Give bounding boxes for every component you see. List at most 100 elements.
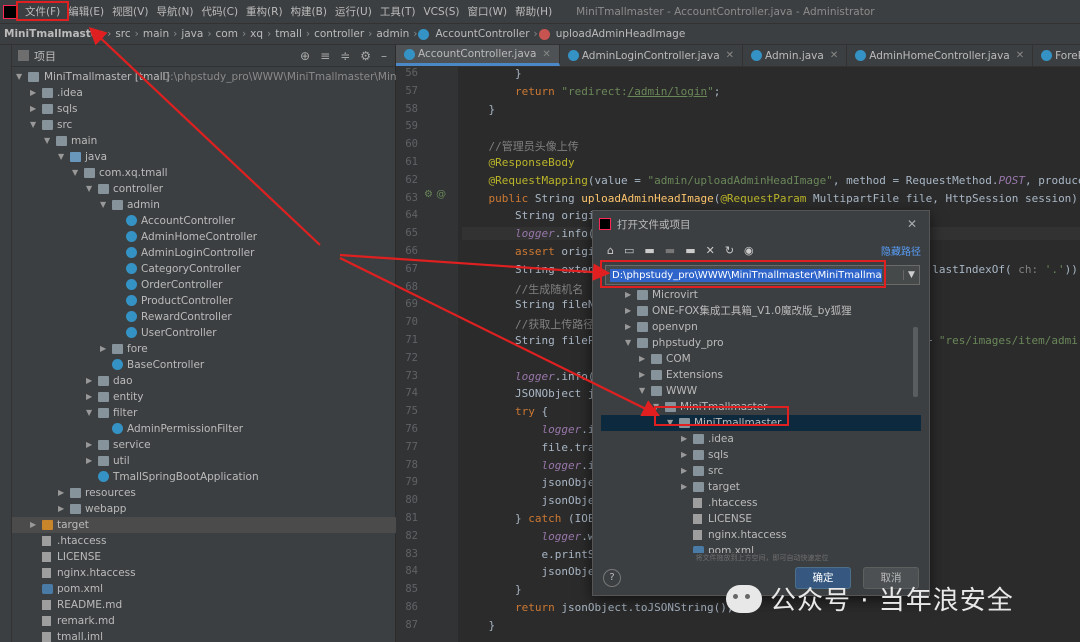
project-tree-row[interactable]: CategoryController	[12, 261, 396, 277]
project-tree-row[interactable]: ▶ util	[12, 453, 396, 469]
project-tree-row[interactable]: AdminHomeController	[12, 229, 396, 245]
chevron-right-icon[interactable]: ▶	[86, 453, 94, 469]
menu-navigate[interactable]: 导航(N)	[152, 4, 197, 19]
editor-tab[interactable]: ForeRegisterControlle✕	[1033, 45, 1080, 66]
chevron-right-icon[interactable]: ▶	[625, 319, 631, 335]
show-hidden-icon[interactable]: ◉	[744, 244, 754, 257]
code-line[interactable]: }	[462, 583, 522, 596]
project-tree-row[interactable]: ▶ target	[12, 517, 396, 533]
breadcrumb-java[interactable]: java	[178, 28, 206, 40]
code-line[interactable]: public String uploadAdminHeadImage(@Requ…	[462, 192, 1080, 205]
dialog-tree-row[interactable]: ▶ COM	[601, 351, 921, 367]
project-tree-row[interactable]: ▼ filter	[12, 405, 396, 421]
project-tree-row[interactable]: ▼ java	[12, 149, 396, 165]
dialog-tree-row[interactable]: ▶ Extensions	[601, 367, 921, 383]
close-tab-icon[interactable]: ✕	[1016, 50, 1024, 61]
chevron-right-icon[interactable]: ▶	[681, 447, 687, 463]
chevron-down-icon[interactable]: ▼	[86, 181, 94, 197]
menu-vcs[interactable]: VCS(S)	[419, 6, 463, 18]
chevron-right-icon[interactable]: ▶	[681, 431, 687, 447]
project-tree-row[interactable]: ▶ .idea	[12, 85, 396, 101]
chevron-right-icon[interactable]: ▶	[30, 517, 38, 533]
breadcrumb-class[interactable]: AccountController	[432, 28, 532, 40]
chevron-down-icon[interactable]: ▼	[58, 149, 66, 165]
editor-tab[interactable]: AdminHomeController.java ✕	[847, 45, 1034, 66]
menu-edit[interactable]: 编辑(E)	[64, 4, 108, 19]
breadcrumb-controller[interactable]: controller	[311, 28, 367, 40]
code-line[interactable]: } catch (IOE	[462, 512, 595, 525]
code-line[interactable]: return jsonObject.toJSONString();	[462, 601, 734, 614]
code-line[interactable]: @RequestMapping(value = "admin/uploadAdm…	[462, 174, 1080, 187]
dialog-tree-row[interactable]: ▶ openvpn	[601, 319, 921, 335]
tree-root[interactable]: ▼ MiniTmallmaster [tmall] D:\phpstudy_pr…	[12, 69, 416, 85]
chevron-down-icon[interactable]: ▼	[86, 405, 94, 421]
collapse-all-icon[interactable]: ≑	[340, 49, 350, 63]
delete-icon[interactable]: ✕	[706, 244, 715, 257]
dialog-tree-row[interactable]: ▶ ONE-FOX集成工具箱_V1.0魔改版_by狐狸	[601, 303, 921, 319]
editor-tab[interactable]: AccountController.java ✕	[396, 45, 560, 66]
code-line[interactable]: }	[462, 619, 495, 632]
project-tree-row[interactable]: ▶ entity	[12, 389, 396, 405]
expand-all-icon[interactable]: ≡	[320, 49, 330, 63]
project-tree-row[interactable]: OrderController	[12, 277, 396, 293]
project-tree-row[interactable]: AdminLoginController	[12, 245, 396, 261]
menu-run[interactable]: 运行(U)	[331, 4, 376, 19]
project-tree-row[interactable]: ▶ fore	[12, 341, 396, 357]
project-tree-row[interactable]: LICENSE	[12, 549, 396, 565]
chevron-right-icon[interactable]: ▶	[86, 437, 94, 453]
chevron-down-icon[interactable]: ▼	[30, 117, 38, 133]
code-line[interactable]: //获取上传路径	[462, 316, 594, 332]
code-line[interactable]: logger.i	[462, 423, 594, 436]
chevron-right-icon[interactable]: ▶	[625, 287, 631, 303]
locate-icon[interactable]: ⊕	[300, 49, 310, 63]
dialog-tree-row[interactable]: ▶ target	[601, 479, 921, 495]
chevron-right-icon[interactable]: ▶	[681, 479, 687, 495]
chevron-right-icon[interactable]: ▶	[58, 501, 66, 517]
editor-tab[interactable]: AdminLoginController.java ✕	[560, 45, 744, 66]
editor-tab[interactable]: Admin.java ✕	[743, 45, 848, 66]
project-tree-row[interactable]: AdminPermissionFilter	[12, 421, 396, 437]
breadcrumb-main[interactable]: main	[140, 28, 172, 40]
close-tab-icon[interactable]: ✕	[542, 49, 550, 60]
chevron-right-icon[interactable]: ▶	[58, 485, 66, 501]
code-line[interactable]: e.printS	[462, 548, 594, 561]
chevron-right-icon[interactable]: ▶	[30, 101, 38, 117]
breadcrumb-src[interactable]: src	[112, 28, 133, 40]
menu-view[interactable]: 视图(V)	[108, 4, 152, 19]
code-line[interactable]: jsonObje	[462, 476, 594, 489]
code-line[interactable]: JSONObject j	[462, 387, 594, 400]
chevron-right-icon[interactable]: ▶	[86, 389, 94, 405]
desktop-icon[interactable]: ▭	[624, 244, 634, 257]
menu-refactor[interactable]: 重构(R)	[242, 4, 287, 19]
gear-icon[interactable]: ⚙	[360, 49, 371, 63]
hide-icon[interactable]: –	[381, 49, 387, 63]
project-tree-row[interactable]: README.md	[12, 597, 396, 613]
project-tree-row[interactable]: pom.xml	[12, 581, 396, 597]
code-line[interactable]: String fileN	[462, 298, 594, 311]
project-tree-row[interactable]: tmall.iml	[12, 629, 396, 642]
breadcrumb-method[interactable]: uploadAdminHeadImage	[553, 28, 689, 40]
project-tree-row[interactable]: ▼ main	[12, 133, 396, 149]
dialog-tree-row[interactable]: ▶ Microvirt	[601, 287, 921, 303]
menu-tools[interactable]: 工具(T)	[376, 4, 420, 19]
code-line[interactable]: jsonObje	[462, 565, 594, 578]
project-tree-row[interactable]: ▶ resources	[12, 485, 396, 501]
code-line[interactable]: //管理员头像上传	[462, 138, 579, 154]
refresh-icon[interactable]: ↻	[725, 244, 734, 257]
chevron-right-icon[interactable]: ▶	[625, 303, 631, 319]
code-line[interactable]: file.tra	[462, 441, 594, 454]
chevron-right-icon[interactable]: ▶	[30, 85, 38, 101]
help-icon[interactable]: ?	[603, 569, 621, 587]
close-tab-icon[interactable]: ✕	[726, 50, 734, 61]
close-icon[interactable]: ✕	[907, 217, 917, 231]
code-line[interactable]: logger.i	[462, 459, 594, 472]
project-tree-row[interactable]: ▼ com.xq.tmall	[12, 165, 396, 181]
code-line[interactable]: return "redirect:/admin/login";	[462, 85, 720, 98]
dialog-tree-row[interactable]: pom.xml	[601, 543, 921, 553]
close-tab-icon[interactable]: ✕	[830, 50, 838, 61]
chevron-right-icon[interactable]: ▶	[681, 463, 687, 479]
code-line[interactable]: logger.info(	[462, 370, 595, 383]
gutter-bean-icon[interactable]: ⚙ @	[424, 189, 446, 200]
code-line[interactable]: }	[462, 103, 495, 116]
breadcrumb-xq[interactable]: xq	[247, 28, 266, 40]
